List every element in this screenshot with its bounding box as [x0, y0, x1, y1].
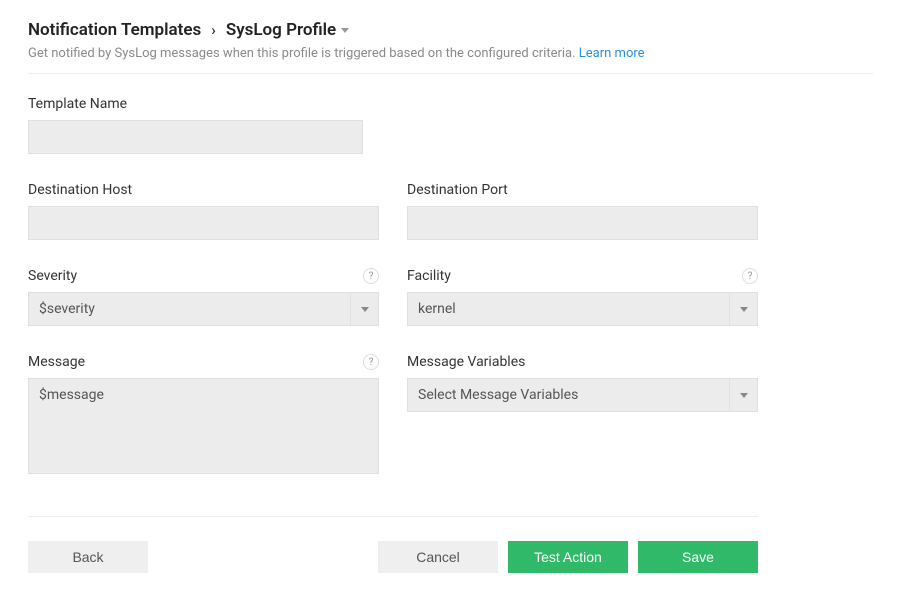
help-icon[interactable]: ? — [363, 268, 379, 284]
select-arrow — [729, 293, 757, 325]
footer-spacer — [158, 541, 368, 573]
destination-host-label: Destination Host — [28, 182, 132, 198]
message-variables-select[interactable]: Select Message Variables — [407, 378, 758, 412]
destination-port-input[interactable] — [407, 206, 758, 240]
caret-down-icon — [740, 307, 748, 312]
select-arrow — [350, 293, 378, 325]
back-button[interactable]: Back — [28, 541, 148, 573]
template-name-input[interactable] — [28, 120, 363, 154]
caret-down-icon — [740, 393, 748, 398]
chevron-right-icon: › — [211, 21, 216, 39]
template-name-label: Template Name — [28, 96, 127, 112]
message-variables-label: Message Variables — [407, 354, 525, 370]
destination-host-input[interactable] — [28, 206, 379, 240]
help-icon[interactable]: ? — [742, 268, 758, 284]
learn-more-link[interactable]: Learn more — [579, 46, 645, 61]
cancel-button[interactable]: Cancel — [378, 541, 498, 573]
test-action-button[interactable]: Test Action — [508, 541, 628, 573]
severity-value: $severity — [29, 301, 350, 317]
message-variables-value: Select Message Variables — [408, 387, 729, 403]
help-icon[interactable]: ? — [363, 354, 379, 370]
page-subtext: Get notified by SysLog messages when thi… — [28, 46, 873, 61]
footer-divider — [28, 516, 758, 517]
caret-down-icon — [341, 28, 349, 33]
message-label: Message — [28, 354, 85, 370]
severity-select[interactable]: $severity — [28, 292, 379, 326]
breadcrumb-current-dropdown[interactable]: SysLog Profile — [226, 20, 349, 40]
message-textarea[interactable] — [28, 378, 379, 474]
destination-port-label: Destination Port — [407, 182, 508, 198]
facility-label: Facility — [407, 268, 451, 284]
subtext-text: Get notified by SysLog messages when thi… — [28, 46, 579, 61]
facility-value: kernel — [408, 301, 729, 317]
breadcrumb-root[interactable]: Notification Templates — [28, 20, 201, 40]
caret-down-icon — [361, 307, 369, 312]
severity-label: Severity — [28, 268, 77, 284]
save-button[interactable]: Save — [638, 541, 758, 573]
breadcrumb-current: SysLog Profile — [226, 20, 336, 40]
select-arrow — [729, 379, 757, 411]
facility-select[interactable]: kernel — [407, 292, 758, 326]
header-divider — [28, 73, 873, 74]
breadcrumb: Notification Templates › SysLog Profile — [28, 20, 873, 40]
